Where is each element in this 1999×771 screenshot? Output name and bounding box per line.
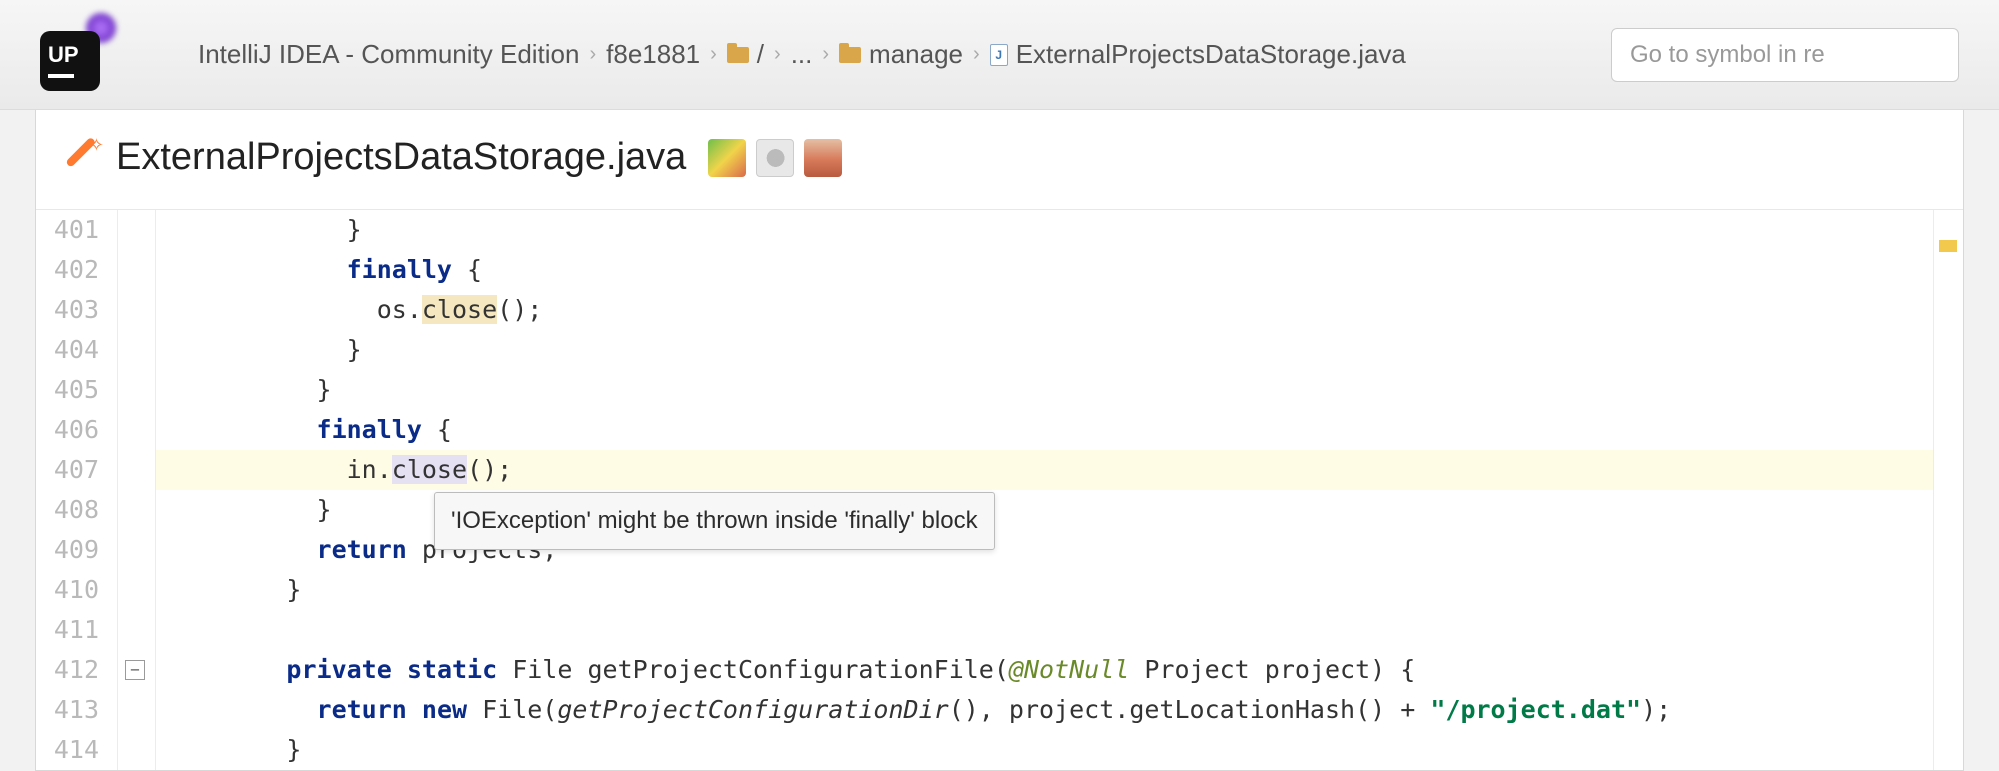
wand-icon xyxy=(64,139,102,177)
code-line[interactable]: in.close(); xyxy=(156,450,1933,490)
line-number: 410 xyxy=(48,570,99,610)
crumb-folder[interactable]: manage xyxy=(839,39,963,70)
crumb-commit[interactable]: f8e1881 xyxy=(606,39,700,70)
crumb-file[interactable]: ExternalProjectsDataStorage.java xyxy=(990,39,1406,70)
search-input[interactable] xyxy=(1630,41,1940,69)
error-stripe[interactable] xyxy=(1933,210,1963,770)
avatar[interactable] xyxy=(804,139,842,177)
line-number: 411 xyxy=(48,610,99,650)
code-line[interactable]: finally { xyxy=(156,250,1933,290)
symbol-search[interactable] xyxy=(1611,28,1959,82)
avatar[interactable] xyxy=(756,139,794,177)
chevron-right-icon: › xyxy=(710,43,717,66)
crumb-app[interactable]: IntelliJ IDEA - Community Edition xyxy=(198,39,579,70)
code-line[interactable]: os.close(); xyxy=(156,290,1933,330)
line-number: 404 xyxy=(48,330,99,370)
chevron-right-icon: › xyxy=(774,43,781,66)
chevron-right-icon: › xyxy=(973,43,980,66)
warning-marker[interactable] xyxy=(1939,240,1957,252)
chevron-right-icon: › xyxy=(589,43,596,66)
line-number: 405 xyxy=(48,370,99,410)
code-line[interactable]: } xyxy=(156,570,1933,610)
code-line[interactable] xyxy=(156,610,1933,650)
editor-panel: ExternalProjectsDataStorage.java 4014024… xyxy=(35,110,1964,771)
line-number: 406 xyxy=(48,410,99,450)
line-number: 407 xyxy=(48,450,99,490)
line-number: 414 xyxy=(48,730,99,770)
file-header: ExternalProjectsDataStorage.java xyxy=(36,110,1963,209)
code-editor[interactable]: 4014024034044054064074084094104114124134… xyxy=(36,209,1963,770)
code-line[interactable]: } xyxy=(156,490,1933,530)
code-line[interactable]: } xyxy=(156,730,1933,770)
code-area[interactable]: } finally { os.close(); } } finally { in… xyxy=(156,210,1933,770)
code-line[interactable]: return projects; xyxy=(156,530,1933,570)
app-logo[interactable]: UP xyxy=(40,21,108,89)
line-number: 408 xyxy=(48,490,99,530)
code-line[interactable]: } xyxy=(156,330,1933,370)
folder-icon xyxy=(839,47,861,63)
line-number: 403 xyxy=(48,290,99,330)
top-bar: UP IntelliJ IDEA - Community Edition › f… xyxy=(0,0,1999,110)
fold-column: − xyxy=(118,210,156,770)
code-line[interactable]: } xyxy=(156,370,1933,410)
code-line[interactable]: finally { xyxy=(156,410,1933,450)
line-number: 409 xyxy=(48,530,99,570)
crumb-ellipsis[interactable]: ... xyxy=(791,39,813,70)
line-number-gutter: 4014024034044054064074084094104114124134… xyxy=(36,210,118,770)
folder-icon xyxy=(727,47,749,63)
chevron-right-icon: › xyxy=(822,43,829,66)
inspection-tooltip: 'IOException' might be thrown inside 'fi… xyxy=(434,492,995,550)
line-number: 413 xyxy=(48,690,99,730)
code-line[interactable]: private static File getProjectConfigurat… xyxy=(156,650,1933,690)
crumb-root[interactable]: / xyxy=(727,39,764,70)
avatar[interactable] xyxy=(708,139,746,177)
line-number: 402 xyxy=(48,250,99,290)
code-line[interactable]: } xyxy=(156,210,1933,250)
fold-toggle-icon[interactable]: − xyxy=(125,660,145,680)
line-number: 401 xyxy=(48,210,99,250)
line-number: 412 xyxy=(48,650,99,690)
java-file-icon xyxy=(990,44,1008,66)
breadcrumb: IntelliJ IDEA - Community Edition › f8e1… xyxy=(198,39,1406,70)
file-title: ExternalProjectsDataStorage.java xyxy=(116,136,686,179)
contributor-avatars xyxy=(708,139,842,177)
logo-text: UP xyxy=(48,44,79,66)
code-line[interactable]: return new File(getProjectConfigurationD… xyxy=(156,690,1933,730)
